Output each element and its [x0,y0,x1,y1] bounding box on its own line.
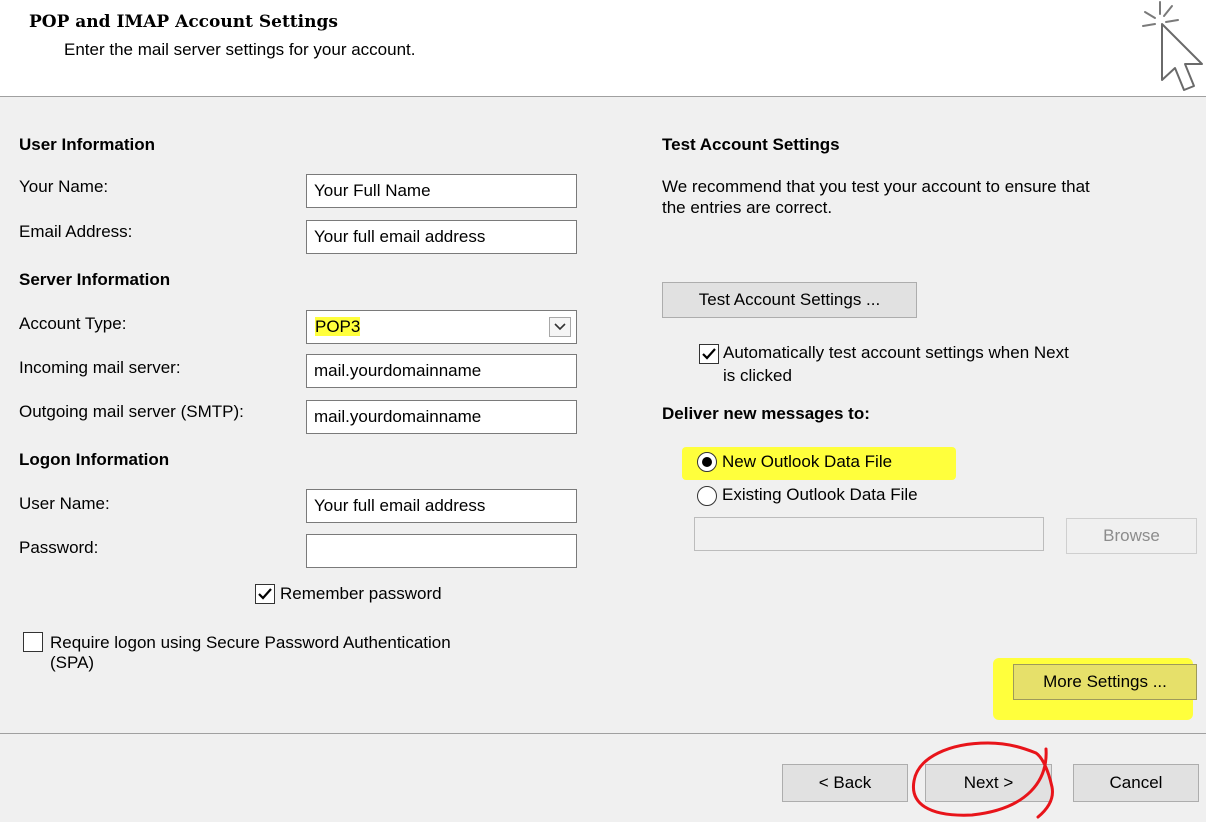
annotation-circle [911,741,1054,819]
test-account-heading: Test Account Settings [662,135,840,154]
password-input[interactable] [306,534,577,568]
browse-button[interactable]: Browse [1066,518,1197,554]
incoming-mail-server-input[interactable]: mail.yourdomainname [306,354,577,388]
remember-password-label: Remember password [280,584,442,603]
your-name-label: Your Name: [19,177,109,196]
chevron-down-icon[interactable] [549,317,571,337]
incoming-mail-server-label: Incoming mail server: [19,358,181,377]
user-name-label: User Name: [19,494,110,513]
account-type-value: POP3 [315,317,361,336]
user-information-heading: User Information [19,135,156,154]
password-label: Password: [19,538,99,557]
auto-test-label-line1: Automatically test account settings when… [723,343,1069,362]
deliver-messages-heading: Deliver new messages to: [662,404,870,423]
dialog-subtitle: Enter the mail server settings for your … [64,40,416,59]
account-type-select[interactable]: POP3 [306,310,577,344]
account-type-label: Account Type: [19,314,127,333]
spa-label-line1: Require logon using Secure Password Auth… [50,633,451,652]
test-account-settings-button[interactable]: Test Account Settings ... [662,282,917,318]
new-outlook-data-file-label: New Outlook Data File [722,452,893,471]
spa-checkbox[interactable] [23,632,43,652]
logon-information-heading: Logon Information [19,450,170,469]
auto-test-checkbox[interactable] [699,344,719,364]
email-address-label: Email Address: [19,222,133,241]
auto-test-label-line2: is clicked [723,366,792,385]
checkmark-icon [702,348,716,360]
spa-label-line2: (SPA) [50,653,95,672]
cancel-button[interactable]: Cancel [1073,764,1199,802]
dialog-title: POP and IMAP Account Settings [29,12,338,32]
outgoing-mail-server-label: Outgoing mail server (SMTP): [19,402,244,421]
back-button[interactable]: < Back [782,764,908,802]
existing-data-file-path-input[interactable] [694,517,1044,551]
remember-password-checkbox[interactable] [255,584,275,604]
email-address-input[interactable]: Your full email address [306,220,577,254]
checkmark-icon [258,588,272,600]
existing-outlook-data-file-radio[interactable] [697,486,717,506]
server-information-heading: Server Information [19,270,171,289]
user-name-input[interactable]: Your full email address [306,489,577,523]
more-settings-button[interactable]: More Settings ... [1013,664,1197,700]
test-account-description-line1: We recommend that you test your account … [662,177,1090,196]
your-name-input[interactable]: Your Full Name [306,174,577,208]
new-outlook-data-file-radio[interactable] [697,452,717,472]
wizard-cursor-icon [1142,1,1203,91]
outgoing-mail-server-input[interactable]: mail.yourdomainname [306,400,577,434]
existing-outlook-data-file-label: Existing Outlook Data File [722,485,918,504]
test-account-description-line2: the entries are correct. [662,198,833,217]
